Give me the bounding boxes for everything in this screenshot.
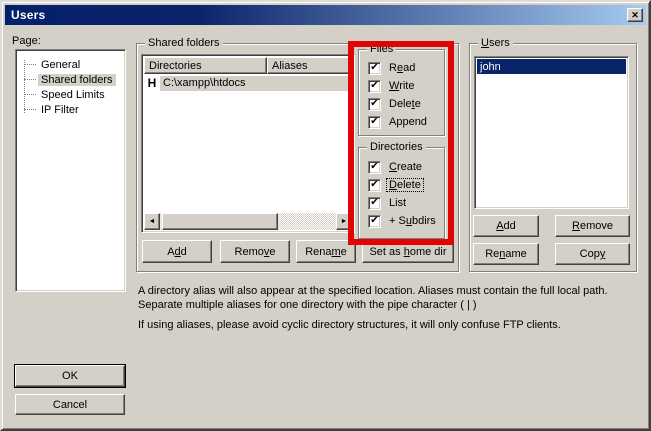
- files-permissions-group: Files ✔ Read ✔ Write ✔ Delete ✔ Append: [358, 49, 445, 136]
- checkbox-dirs-delete[interactable]: ✔ Delete: [368, 178, 423, 192]
- tree-stub-icon: [24, 79, 36, 80]
- sidebar-item-shared-folders[interactable]: Shared folders: [18, 72, 116, 87]
- user-copy-button[interactable]: Copy: [555, 243, 630, 265]
- titlebar[interactable]: Users ✕: [5, 5, 646, 25]
- list-header: Directories Aliases: [144, 57, 352, 74]
- users-group-label: Users: [478, 37, 513, 49]
- page-label: Page:: [12, 35, 41, 47]
- cancel-button[interactable]: Cancel: [15, 394, 125, 415]
- user-rename-button[interactable]: Rename: [473, 243, 539, 265]
- tree-stub-icon: [24, 109, 36, 110]
- scroll-left-icon: ◄: [149, 218, 156, 225]
- user-remove-button[interactable]: Remove: [555, 215, 630, 237]
- ok-button[interactable]: OK: [15, 365, 125, 387]
- checkbox-dirs-create[interactable]: ✔ Create: [368, 160, 424, 174]
- shared-folders-group-label: Shared folders: [145, 37, 223, 49]
- checkbox-icon: ✔: [368, 98, 381, 111]
- window-title: Users: [11, 8, 45, 22]
- tree-stub-icon: [24, 94, 36, 95]
- close-icon: ✕: [631, 10, 639, 20]
- users-listbox[interactable]: john: [474, 56, 629, 209]
- directories-permissions-group: Directories ✔ Create ✔ Delete ✔ List ✔ +…: [358, 147, 445, 239]
- tree-stub-icon: [24, 64, 36, 65]
- directory-path: C:\xampp\htdocs: [160, 76, 352, 91]
- scroll-right-button[interactable]: ►: [336, 213, 352, 230]
- checkbox-files-write[interactable]: ✔ Write: [368, 79, 416, 93]
- set-as-home-dir-button[interactable]: Set as home dir: [362, 240, 454, 263]
- directories-group-label: Directories: [367, 141, 426, 153]
- column-header-directories[interactable]: Directories: [144, 57, 267, 74]
- files-group-label: Files: [367, 43, 396, 55]
- user-row-john[interactable]: john: [477, 59, 626, 74]
- checkbox-files-append[interactable]: ✔ Append: [368, 115, 429, 129]
- horizontal-scrollbar[interactable]: ◄ ►: [144, 213, 352, 230]
- sidebar-item-speed-limits[interactable]: Speed Limits: [18, 87, 108, 102]
- alias-description-line2: If using aliases, please avoid cyclic di…: [138, 318, 642, 332]
- checkbox-dirs-list[interactable]: ✔ List: [368, 196, 408, 210]
- shared-remove-button[interactable]: Remove: [220, 240, 290, 263]
- page-listbox[interactable]: General Shared folders Speed Limits IP F…: [15, 49, 126, 292]
- scroll-left-button[interactable]: ◄: [144, 213, 160, 230]
- shared-add-button[interactable]: Add: [142, 240, 212, 263]
- alias-description-line1: A directory alias will also appear at th…: [138, 284, 642, 312]
- scrollbar-thumb[interactable]: [162, 213, 278, 230]
- checkbox-dirs-subdirs[interactable]: ✔ + Subdirs: [368, 214, 438, 228]
- scroll-right-icon: ►: [341, 218, 348, 225]
- directory-row[interactable]: H C:\xampp\htdocs: [144, 74, 352, 91]
- checkbox-icon: ✔: [368, 197, 381, 210]
- close-button[interactable]: ✕: [627, 8, 643, 22]
- home-dir-flag: H: [144, 74, 160, 91]
- checkbox-icon: ✔: [368, 215, 381, 228]
- checkbox-icon: ✔: [368, 161, 381, 174]
- checkbox-icon: ✔: [368, 62, 381, 75]
- sidebar-item-ip-filter[interactable]: IP Filter: [18, 102, 82, 117]
- checkbox-files-delete[interactable]: ✔ Delete: [368, 97, 423, 111]
- checkbox-icon: ✔: [368, 116, 381, 129]
- directories-list[interactable]: Directories Aliases H C:\xampp\htdocs ◄ …: [141, 54, 355, 233]
- shared-rename-button[interactable]: Rename: [296, 240, 356, 263]
- column-header-aliases[interactable]: Aliases: [267, 57, 352, 74]
- checkbox-icon: ✔: [368, 179, 381, 192]
- checkbox-files-read[interactable]: ✔ Read: [368, 61, 417, 75]
- sidebar-item-general[interactable]: General: [18, 57, 83, 72]
- checkbox-icon: ✔: [368, 80, 381, 93]
- alias-description: A directory alias will also appear at th…: [138, 284, 642, 332]
- users-dialog: Users ✕ Page: General Shared folders Spe…: [0, 0, 651, 431]
- user-add-button[interactable]: Add: [473, 215, 539, 237]
